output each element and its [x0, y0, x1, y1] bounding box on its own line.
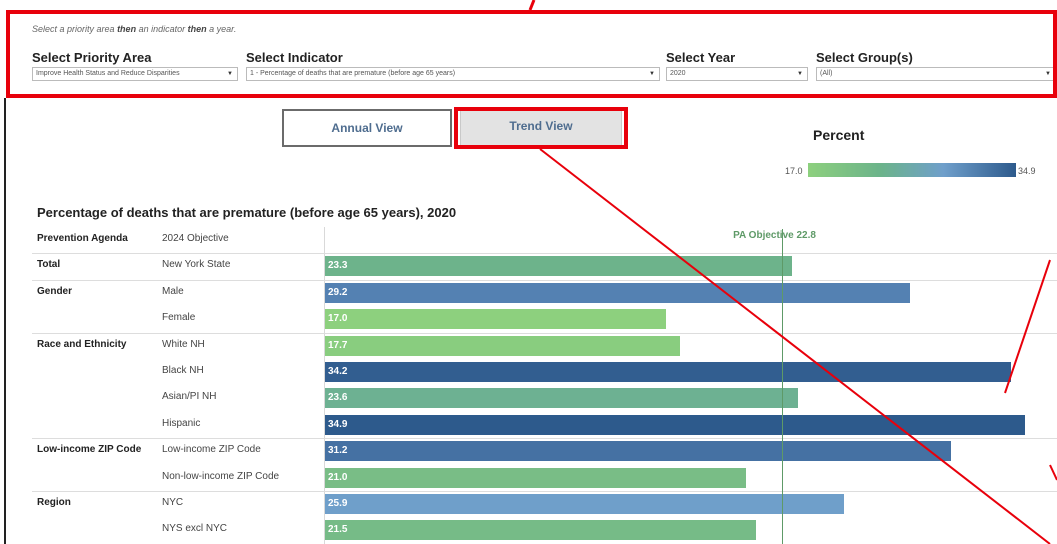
row-label: Non-low-income ZIP Code	[162, 470, 280, 482]
table-row: Asian/PI NH 23.6	[32, 385, 1057, 411]
bar[interactable]: 21.0	[325, 467, 747, 488]
bar[interactable]: 34.9	[325, 414, 1025, 435]
table-row: Low-income ZIP Code Low-income ZIP Code 31…	[32, 438, 1057, 464]
bar[interactable]: 31.2	[325, 441, 951, 462]
legend-max: 34.9	[1018, 166, 1036, 176]
legend-title: Percent	[813, 127, 865, 143]
group-label: Region	[37, 497, 71, 508]
table-row: Female 17.0	[32, 306, 1057, 332]
bar-chart-table: Prevention Agenda 2024 Objective Total New …	[32, 227, 1057, 544]
bar[interactable]: 23.3	[325, 256, 793, 277]
bar[interactable]: 17.7	[325, 335, 680, 356]
group-label: Race and Ethnicity	[37, 338, 127, 350]
group-label: Gender	[37, 285, 73, 297]
annotation-box-filters	[6, 10, 1057, 98]
row-label: Male	[162, 285, 184, 297]
bar-value-label: 29.2	[328, 286, 348, 298]
bar[interactable]: 21.5	[325, 520, 757, 541]
legend-color-scale	[808, 163, 1016, 177]
row-label: 2024 Objective	[162, 233, 229, 244]
bar-value-label: 17.0	[328, 313, 348, 325]
row-label: New York State	[162, 259, 231, 271]
annual-view-button[interactable]: Annual View	[282, 109, 452, 147]
bar-value-label: 21.0	[328, 471, 348, 483]
bar-value-label: 34.2	[328, 366, 348, 377]
group-label: Prevention Agenda	[37, 233, 128, 244]
group-label: Low-income ZIP Code	[37, 444, 142, 456]
bar-value-label: 21.5	[328, 524, 348, 536]
row-label: White NH	[162, 338, 205, 350]
row-label: Hispanic	[162, 417, 201, 429]
dashboard: Select a priority area then an indicator…	[0, 0, 1057, 544]
bar-value-label: 23.3	[328, 260, 348, 272]
bar[interactable]: 29.2	[325, 282, 911, 303]
table-row: Total New York State 23.3	[32, 253, 1057, 279]
bar-value-label: 34.9	[328, 418, 348, 430]
row-label: NYC	[162, 497, 184, 508]
table-row: Race and Ethnicity White NH 17.7	[32, 333, 1057, 359]
bar[interactable]: 25.9	[325, 494, 845, 514]
group-label: Total	[37, 259, 61, 271]
chart-title: Percentage of deaths that are premature …	[37, 205, 457, 220]
table-row: Prevention Agenda 2024 Objective	[32, 227, 1057, 253]
bar-value-label: 31.2	[328, 445, 348, 457]
row-label: Low-income ZIP Code	[162, 444, 261, 456]
bar-value-label: 25.9	[328, 498, 348, 509]
table-row: Gender Male 29.2	[32, 280, 1057, 306]
row-label: Asian/PI NH	[162, 391, 217, 403]
bar[interactable]: 34.2	[325, 362, 1011, 382]
bar-value-label: 23.6	[328, 392, 348, 404]
frame-left-border	[4, 98, 6, 544]
table-row: Black NH 34.2	[32, 359, 1057, 385]
table-row: Non-low-income ZIP Code 21.0	[32, 465, 1057, 491]
row-label: NYS excl NYC	[162, 523, 228, 535]
row-label: Female	[162, 312, 196, 324]
table-row: Region NYC 25.9	[32, 491, 1057, 517]
annotation-arrow-top	[528, 0, 536, 11]
row-label: Black NH	[162, 365, 204, 376]
table-row: NYS excl NYC 21.5	[32, 517, 1057, 543]
table-row: Hispanic 34.9	[32, 412, 1057, 438]
annotation-box-trend-view	[454, 107, 628, 149]
bar[interactable]: 17.0	[325, 309, 666, 330]
legend-min: 17.0	[785, 166, 803, 176]
bar-value-label: 17.7	[328, 339, 348, 351]
objective-label: PA Objective 22.8	[733, 230, 816, 241]
objective-line	[782, 229, 784, 544]
bar[interactable]: 23.6	[325, 388, 799, 409]
